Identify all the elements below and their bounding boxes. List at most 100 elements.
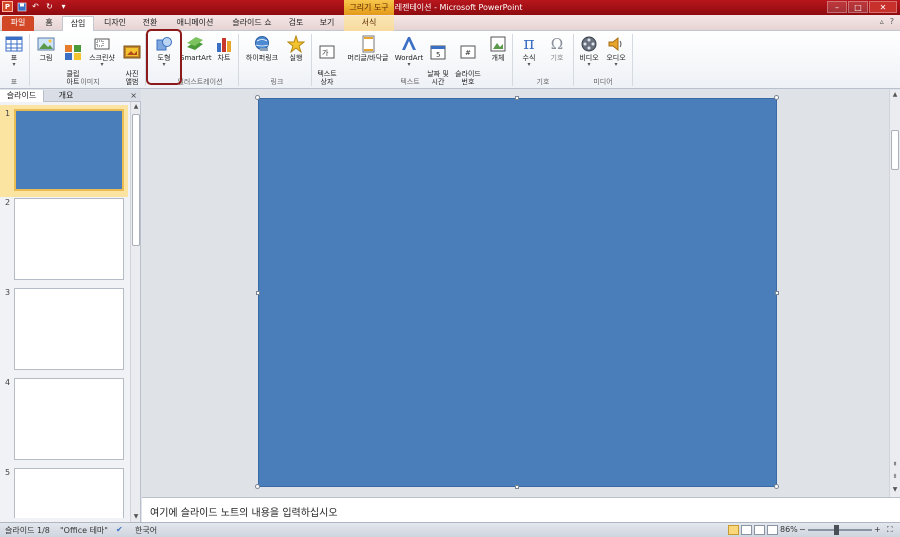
- zoom-out-button[interactable]: −: [799, 525, 806, 534]
- notes-pane[interactable]: 여기에 슬라이드 노트의 내용을 입력하십시오: [142, 497, 900, 522]
- scrollbar-thumb[interactable]: [891, 130, 899, 170]
- close-panel-icon[interactable]: ×: [130, 90, 137, 102]
- spell-check-icon[interactable]: ✔: [116, 525, 123, 534]
- resize-handle[interactable]: [515, 96, 519, 100]
- resize-handle[interactable]: [774, 484, 779, 489]
- slideshow-view-button[interactable]: [767, 525, 778, 535]
- minimize-ribbon-icon[interactable]: ▵: [880, 17, 884, 26]
- smartart-button[interactable]: SmartArt: [180, 35, 212, 62]
- textbox-button[interactable]: 가 텍스트 상자: [313, 35, 341, 86]
- slide-thumbnail[interactable]: 1: [0, 105, 130, 197]
- table-button[interactable]: 표 ▾: [3, 35, 25, 68]
- scroll-down-icon[interactable]: ▼: [131, 512, 141, 522]
- action-label: 실행: [289, 54, 303, 62]
- rectangle-shape[interactable]: [258, 98, 777, 487]
- resize-handle[interactable]: [255, 484, 260, 489]
- omega-icon: Ω: [550, 35, 564, 53]
- svg-text:5: 5: [436, 51, 440, 59]
- chart-button[interactable]: 차트: [212, 35, 236, 62]
- resize-handle[interactable]: [515, 485, 519, 489]
- scrollbar-thumb[interactable]: [132, 114, 140, 246]
- resize-handle[interactable]: [774, 95, 779, 100]
- tab-format[interactable]: 서식: [344, 16, 394, 31]
- slide-thumbnail[interactable]: 3: [0, 288, 130, 374]
- dropdown-arrow-icon: ▾: [527, 61, 531, 68]
- slide-number-label: 슬라이드 번호: [455, 70, 481, 86]
- symbol-button[interactable]: Ω 기호: [544, 35, 570, 62]
- tab-review[interactable]: 검토: [282, 16, 310, 31]
- pi-icon: π: [523, 34, 535, 54]
- picture-icon: [37, 37, 55, 51]
- close-button[interactable]: ✕: [869, 1, 897, 13]
- smartart-label: SmartArt: [180, 54, 212, 62]
- notes-placeholder: 여기에 슬라이드 노트의 내용을 입력하십시오: [150, 508, 338, 519]
- panel-scrollbar[interactable]: ▲ ▼: [130, 102, 140, 522]
- action-button[interactable]: 실행: [284, 35, 308, 62]
- slide-sorter-view-button[interactable]: [741, 525, 752, 535]
- window-title: 새 프레젠테이션 - Microsoft PowerPoint: [377, 3, 523, 12]
- reading-view-button[interactable]: [754, 525, 765, 535]
- slide-thumbnail[interactable]: 2: [0, 198, 130, 284]
- zoom-in-button[interactable]: +: [874, 525, 881, 534]
- audio-button[interactable]: 오디오 ▾: [603, 35, 629, 68]
- slide-count-status: 슬라이드 1/8: [5, 526, 50, 535]
- symbol-label: 기호: [550, 54, 564, 62]
- scroll-down-icon[interactable]: ▼: [890, 485, 900, 495]
- video-button[interactable]: 비디오 ▾: [576, 35, 602, 68]
- textbox-label: 텍스트 상자: [317, 70, 337, 86]
- language-status[interactable]: 한국어: [135, 525, 157, 536]
- tab-home[interactable]: 홈: [38, 16, 60, 31]
- hyperlink-button[interactable]: 하이퍼링크: [242, 35, 282, 62]
- screenshot-button[interactable]: 스크린샷 ▾: [86, 35, 118, 68]
- zoom-slider-knob[interactable]: [834, 525, 839, 535]
- tab-slideshow[interactable]: 슬라이드 쇼: [226, 16, 278, 31]
- tab-insert[interactable]: 삽입: [62, 16, 94, 31]
- tab-design[interactable]: 디자인: [98, 16, 132, 31]
- slide-number: 2: [5, 198, 11, 207]
- tab-file[interactable]: 파일: [2, 16, 34, 31]
- zoom-slider[interactable]: [808, 529, 872, 531]
- equation-button[interactable]: π 수식 ▾: [516, 35, 542, 68]
- resize-handle[interactable]: [775, 291, 779, 295]
- group-separator: [238, 34, 239, 86]
- header-footer-button[interactable]: 머리글/바닥글: [343, 35, 393, 62]
- ribbon-right-controls: ▵ ?: [880, 17, 894, 26]
- slide-thumbnail-image: [14, 378, 124, 460]
- dropdown-arrow-icon: ▾: [407, 61, 411, 68]
- minimize-button[interactable]: –: [827, 1, 847, 13]
- vertical-scrollbar[interactable]: ▲ ⇞ ⇟ ▼: [889, 90, 900, 497]
- action-icon: [287, 35, 305, 53]
- zoom-level[interactable]: 86%: [780, 525, 798, 534]
- group-separator: [311, 34, 312, 86]
- group-label-media: 미디어: [593, 78, 613, 86]
- photo-album-button[interactable]: 사진 앨범: [120, 35, 144, 86]
- tab-slides[interactable]: 슬라이드: [0, 90, 44, 102]
- ribbon-tab-row: 파일 홈 삽입 디자인 전환 애니메이션 슬라이드 쇼 검토 보기 서식 ▵ ?: [0, 15, 900, 31]
- resize-handle[interactable]: [256, 291, 260, 295]
- scroll-up-icon[interactable]: ▲: [890, 90, 900, 100]
- tab-outline[interactable]: 개요: [46, 90, 86, 102]
- object-button[interactable]: 개체: [486, 35, 510, 62]
- slide-thumbnail[interactable]: 4: [0, 378, 130, 464]
- object-icon: [490, 36, 506, 52]
- maximize-button[interactable]: □: [848, 1, 868, 13]
- resize-handle[interactable]: [255, 95, 260, 100]
- slide-thumbnail-image: [14, 109, 124, 191]
- slide-thumbnail[interactable]: 5: [0, 468, 130, 518]
- slide-number-button[interactable]: # 슬라이드 번호: [453, 35, 483, 86]
- picture-button[interactable]: 그림: [34, 35, 58, 62]
- help-icon[interactable]: ?: [890, 17, 894, 26]
- wordart-button[interactable]: WordArt ▾: [394, 35, 424, 68]
- scroll-up-icon[interactable]: ▲: [131, 102, 141, 112]
- dropdown-arrow-icon: ▾: [100, 61, 104, 68]
- slides-panel: 슬라이드 개요 × 1 2 3 4 5 ▲ ▼: [0, 90, 141, 522]
- chart-icon: [217, 38, 231, 52]
- tab-view[interactable]: 보기: [313, 16, 341, 31]
- next-slide-icon[interactable]: ⇟: [890, 472, 900, 482]
- fit-to-window-icon[interactable]: ⛶: [887, 525, 893, 535]
- photo-album-icon: [123, 45, 141, 59]
- normal-view-button[interactable]: [728, 525, 739, 535]
- theme-status[interactable]: "Office 테마": [60, 525, 108, 536]
- previous-slide-icon[interactable]: ⇞: [890, 460, 900, 470]
- smartart-icon: [187, 37, 203, 50]
